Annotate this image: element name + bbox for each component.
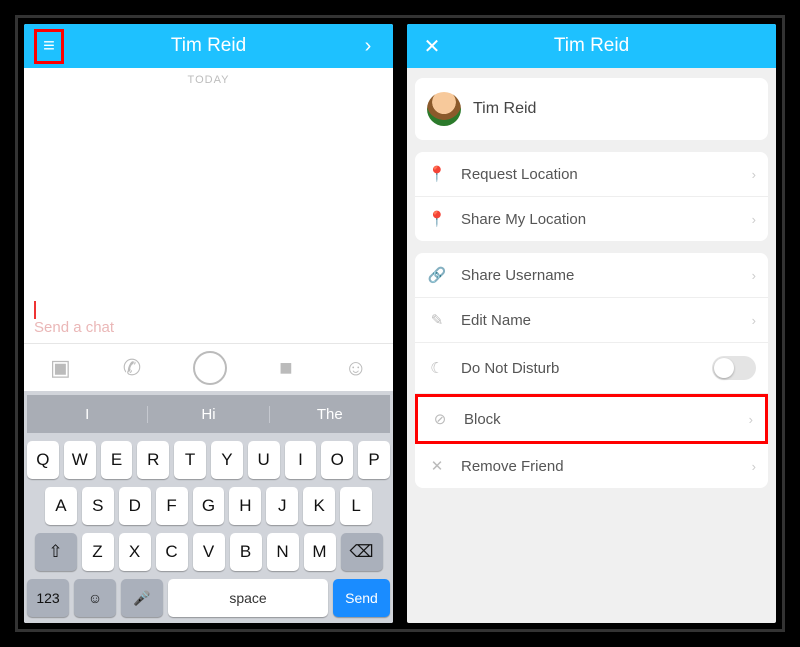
backspace-key[interactable]: ⌫ [341, 533, 383, 571]
do-not-disturb-toggle[interactable] [712, 356, 756, 380]
key-u[interactable]: U [248, 441, 280, 479]
key-b[interactable]: B [230, 533, 262, 571]
key-r[interactable]: R [137, 441, 169, 479]
row-do-not-disturb[interactable]: ☾ Do Not Disturb [415, 343, 768, 394]
chat-input[interactable] [34, 319, 383, 336]
chat-header: ≡ Tim Reid › [24, 24, 393, 68]
location-group: 📍 Request Location › 📍 Share My Location › [415, 152, 768, 241]
send-key[interactable]: Send [333, 579, 390, 617]
key-q[interactable]: Q [27, 441, 59, 479]
key-p[interactable]: P [358, 441, 390, 479]
chevron-right-icon: › [749, 412, 753, 427]
row-share-my-location[interactable]: 📍 Share My Location › [415, 197, 768, 241]
chat-header-title: Tim Reid [64, 35, 353, 57]
chat-empty-space [24, 92, 393, 295]
keyboard-row-3: ⇧ ZXCVBNM ⌫ [27, 533, 390, 571]
suggestion[interactable]: I [27, 406, 148, 423]
row-remove-friend[interactable]: ✕ Remove Friend › [415, 444, 768, 488]
key-d[interactable]: D [119, 487, 151, 525]
text-cursor [34, 301, 36, 319]
profile-header: ✕ Tim Reid [407, 24, 776, 68]
emoji-key[interactable]: ☺ [74, 579, 116, 617]
chat-toolbar: ▣ ✆ ■ ☺ [24, 343, 393, 391]
suggestion[interactable]: Hi [148, 406, 269, 423]
chevron-right-icon: › [752, 167, 756, 182]
gallery-icon[interactable]: ▣ [50, 355, 71, 381]
keyboard-row-1: QWERTYUIOP [27, 441, 390, 479]
shift-key[interactable]: ⇧ [35, 533, 77, 571]
menu-icon[interactable]: ≡ [34, 29, 64, 64]
key-i[interactable]: I [285, 441, 317, 479]
smile-icon[interactable]: ☺ [345, 355, 367, 381]
chat-screen: ≡ Tim Reid › TODAY ▣ ✆ ■ ☺ I Hi [24, 24, 393, 623]
row-request-location[interactable]: 📍 Request Location › [415, 152, 768, 197]
edit-name-label: Edit Name [461, 312, 738, 329]
today-label: TODAY [24, 68, 393, 92]
block-label: Block [464, 411, 735, 428]
key-x[interactable]: X [119, 533, 151, 571]
do-not-disturb-label: Do Not Disturb [461, 360, 698, 377]
actions-group: 🔗 Share Username › ✎ Edit Name › ☾ Do Not Distu… [415, 253, 768, 488]
key-j[interactable]: J [266, 487, 298, 525]
video-icon[interactable]: ■ [279, 355, 292, 381]
key-n[interactable]: N [267, 533, 299, 571]
edit-name-icon: ✎ [427, 311, 447, 329]
phone-icon[interactable]: ✆ [123, 355, 141, 381]
share-username-label: Share Username [461, 267, 738, 284]
share-my-location-label: Share My Location [461, 211, 738, 228]
shutter-icon[interactable] [193, 351, 227, 385]
tutorial-frame: ≡ Tim Reid › TODAY ▣ ✆ ■ ☺ I Hi [15, 15, 785, 632]
profile-screen: ✕ Tim Reid Tim Reid 📍 Request Location › 📍 S… [407, 24, 776, 623]
keyboard-suggestions: I Hi The [27, 395, 390, 433]
row-share-username[interactable]: 🔗 Share Username › [415, 253, 768, 298]
share-username-icon: 🔗 [427, 266, 447, 284]
chevron-right-icon: › [752, 313, 756, 328]
close-icon[interactable]: ✕ [417, 34, 447, 59]
remove-friend-icon: ✕ [427, 457, 447, 475]
key-o[interactable]: O [321, 441, 353, 479]
mic-key[interactable]: 🎤 [121, 579, 163, 617]
chat-header-forward-icon[interactable]: › [353, 35, 383, 58]
key-v[interactable]: V [193, 533, 225, 571]
key-m[interactable]: M [304, 533, 336, 571]
keyboard-row-2: ASDFGHJKL [27, 487, 390, 525]
row-edit-name[interactable]: ✎ Edit Name › [415, 298, 768, 343]
key-k[interactable]: K [303, 487, 335, 525]
key-z[interactable]: Z [82, 533, 114, 571]
key-w[interactable]: W [64, 441, 96, 479]
key-t[interactable]: T [174, 441, 206, 479]
key-l[interactable]: L [340, 487, 372, 525]
key-f[interactable]: F [156, 487, 188, 525]
share-my-location-icon: 📍 [427, 210, 447, 228]
suggestion[interactable]: The [270, 406, 390, 423]
do-not-disturb-icon: ☾ [427, 359, 447, 377]
key-y[interactable]: Y [211, 441, 243, 479]
chevron-right-icon: › [752, 212, 756, 227]
chevron-right-icon: › [752, 268, 756, 283]
keyboard-row-4: 123 ☺ 🎤 space Send [27, 579, 390, 617]
key-c[interactable]: C [156, 533, 188, 571]
chevron-right-icon: › [752, 459, 756, 474]
avatar [427, 92, 461, 126]
numbers-key[interactable]: 123 [27, 579, 69, 617]
space-key[interactable]: space [168, 579, 328, 617]
block-icon: ⊘ [430, 410, 450, 428]
key-a[interactable]: A [45, 487, 77, 525]
request-location-icon: 📍 [427, 165, 447, 183]
profile-card[interactable]: Tim Reid [415, 78, 768, 140]
key-g[interactable]: G [193, 487, 225, 525]
key-e[interactable]: E [101, 441, 133, 479]
profile-name: Tim Reid [473, 100, 536, 118]
remove-friend-label: Remove Friend [461, 458, 738, 475]
profile-header-title: Tim Reid [447, 35, 736, 57]
key-h[interactable]: H [229, 487, 261, 525]
row-block[interactable]: ⊘ Block › [415, 394, 768, 444]
chat-input-row[interactable] [24, 295, 393, 343]
request-location-label: Request Location [461, 166, 738, 183]
key-s[interactable]: S [82, 487, 114, 525]
chat-body: TODAY ▣ ✆ ■ ☺ [24, 68, 393, 391]
keyboard: I Hi The QWERTYUIOP ASDFGHJKL ⇧ ZXCVBNM … [24, 391, 393, 623]
